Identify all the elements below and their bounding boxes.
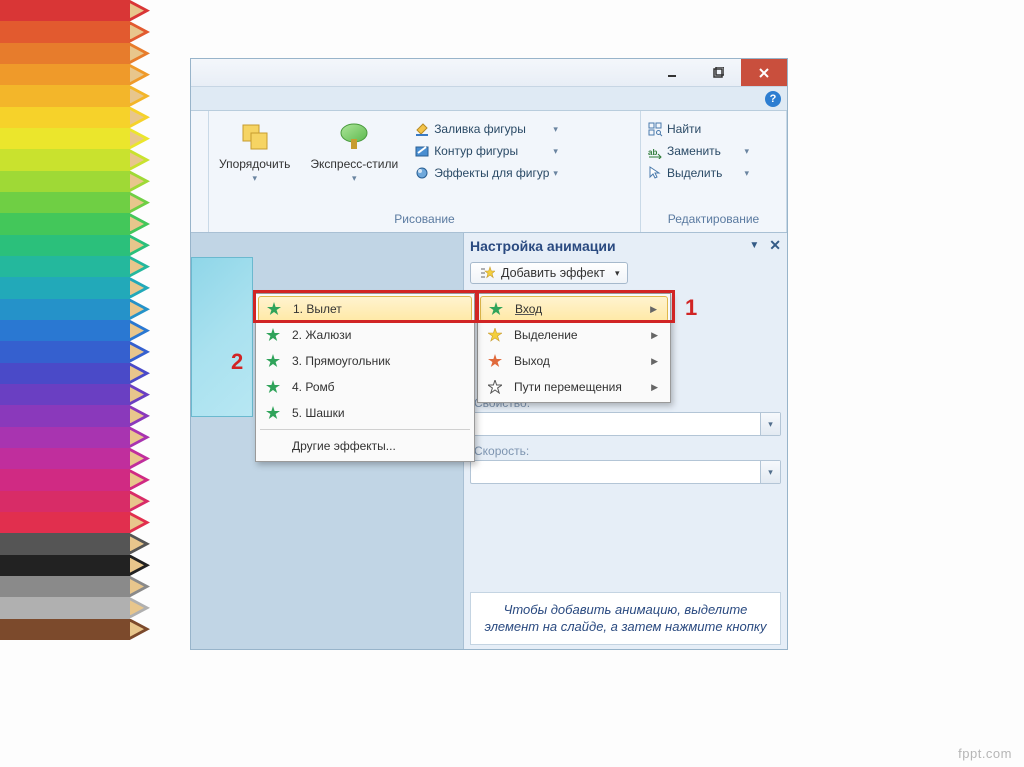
drawing-group-label: Рисование — [211, 212, 638, 232]
entrance-star-icon — [262, 380, 284, 394]
entrance-star-icon — [262, 328, 284, 342]
menu-item-blinds[interactable]: 2. Жалюзи — [258, 322, 472, 348]
find-label: Найти — [667, 122, 701, 136]
menu-item-diamond[interactable]: 4. Ромб — [258, 374, 472, 400]
menu-item-more-effects[interactable]: Другие эффекты... — [258, 433, 472, 459]
menu-item-label: Вход — [515, 302, 642, 316]
menu-item-motion-paths[interactable]: Пути перемещения ▶ — [480, 374, 668, 400]
titlebar — [191, 59, 787, 87]
speed-combo[interactable]: ▾ — [470, 460, 781, 484]
entrance-effects-menu: 1. Вылет 2. Жалюзи 3. Прямоугольник 4. Р… — [255, 293, 475, 462]
shape-outline-label: Контур фигуры — [434, 144, 518, 158]
shape-fill-label: Заливка фигуры — [434, 122, 526, 136]
annotation-number-1: 1 — [685, 295, 697, 321]
add-effect-label: Добавить эффект — [501, 266, 605, 280]
close-button[interactable] — [741, 59, 787, 86]
entrance-icon — [485, 302, 507, 316]
menu-item-label: 3. Прямоугольник — [292, 354, 462, 368]
menu-item-exit[interactable]: Выход ▶ — [480, 348, 668, 374]
app-window: ? Упорядочить ▾ Экспресс-стили ▾ — [190, 58, 788, 650]
pencils-decoration — [0, 0, 150, 640]
ribbon: Упорядочить ▾ Экспресс-стили ▾ Заливка ф… — [191, 111, 787, 233]
help-bar: ? — [191, 87, 787, 111]
hint-box: Чтобы добавить анимацию, выделите элемен… — [470, 592, 781, 645]
find-button[interactable]: Найти — [643, 119, 753, 139]
help-icon[interactable]: ? — [765, 91, 781, 107]
shape-effects-label: Эффекты для фигур — [434, 166, 549, 180]
entrance-star-icon — [262, 354, 284, 368]
submenu-arrow-icon: ▶ — [651, 356, 658, 367]
menu-item-label: 5. Шашки — [292, 406, 462, 420]
emphasis-icon — [484, 328, 506, 342]
svg-text:ab: ab — [648, 148, 657, 157]
entrance-star-icon — [262, 406, 284, 420]
submenu-arrow-icon: ▶ — [651, 330, 658, 341]
replace-label: Заменить — [667, 144, 721, 158]
pane-title: Настройка анимации — [470, 238, 616, 254]
annotation-number-2: 2 — [231, 349, 243, 375]
minimize-button[interactable] — [649, 59, 695, 86]
menu-item-checkerboard[interactable]: 5. Шашки — [258, 400, 472, 426]
select-button[interactable]: Выделить ▾ — [643, 163, 753, 183]
submenu-arrow-icon: ▶ — [651, 382, 658, 393]
menu-item-label: 1. Вылет — [293, 302, 461, 316]
menu-item-label: Выход — [514, 354, 643, 368]
arrange-label: Упорядочить — [219, 157, 290, 171]
maximize-button[interactable] — [695, 59, 741, 86]
submenu-arrow-icon: ▶ — [650, 304, 657, 315]
menu-item-entrance[interactable]: Вход ▶ — [480, 296, 668, 322]
menu-item-box[interactable]: 3. Прямоугольник — [258, 348, 472, 374]
menu-item-label: Пути перемещения — [514, 380, 643, 394]
menu-item-fly-in[interactable]: 1. Вылет — [258, 296, 472, 322]
quick-styles-label: Экспресс-стили — [310, 157, 398, 171]
shape-effects-button[interactable]: Эффекты для фигур ▾ — [410, 163, 562, 183]
replace-button[interactable]: ab Заменить ▾ — [643, 141, 753, 161]
select-label: Выделить — [667, 166, 722, 180]
exit-icon — [484, 354, 506, 368]
add-effect-button[interactable]: Добавить эффект ▾ — [470, 262, 628, 284]
shape-outline-button[interactable]: Контур фигуры ▾ — [410, 141, 562, 161]
menu-item-label: 2. Жалюзи — [292, 328, 462, 342]
shape-fill-button[interactable]: Заливка фигуры ▾ — [410, 119, 562, 139]
pane-close-icon[interactable]: ✕ — [769, 237, 781, 254]
menu-item-emphasis[interactable]: Выделение ▶ — [480, 322, 668, 348]
menu-item-label: Другие эффекты... — [292, 439, 462, 453]
entrance-star-icon — [263, 302, 285, 316]
field-speed-label: Скорость: — [474, 444, 781, 458]
pane-options-icon[interactable]: ▼ — [749, 240, 759, 251]
slide-thumbnail — [191, 257, 253, 417]
menu-item-label: 4. Ромб — [292, 380, 462, 394]
property-combo[interactable]: ▾ — [470, 412, 781, 436]
editing-group-label: Редактирование — [643, 212, 784, 232]
arrange-button[interactable]: Упорядочить ▾ — [211, 115, 298, 188]
effect-type-menu: Вход ▶ Выделение ▶ Выход ▶ Пути перемеще… — [477, 293, 671, 403]
menu-item-label: Выделение — [514, 328, 643, 342]
motion-icon — [484, 380, 506, 394]
quick-styles-button[interactable]: Экспресс-стили ▾ — [302, 115, 406, 188]
watermark: fppt.com — [958, 746, 1012, 761]
